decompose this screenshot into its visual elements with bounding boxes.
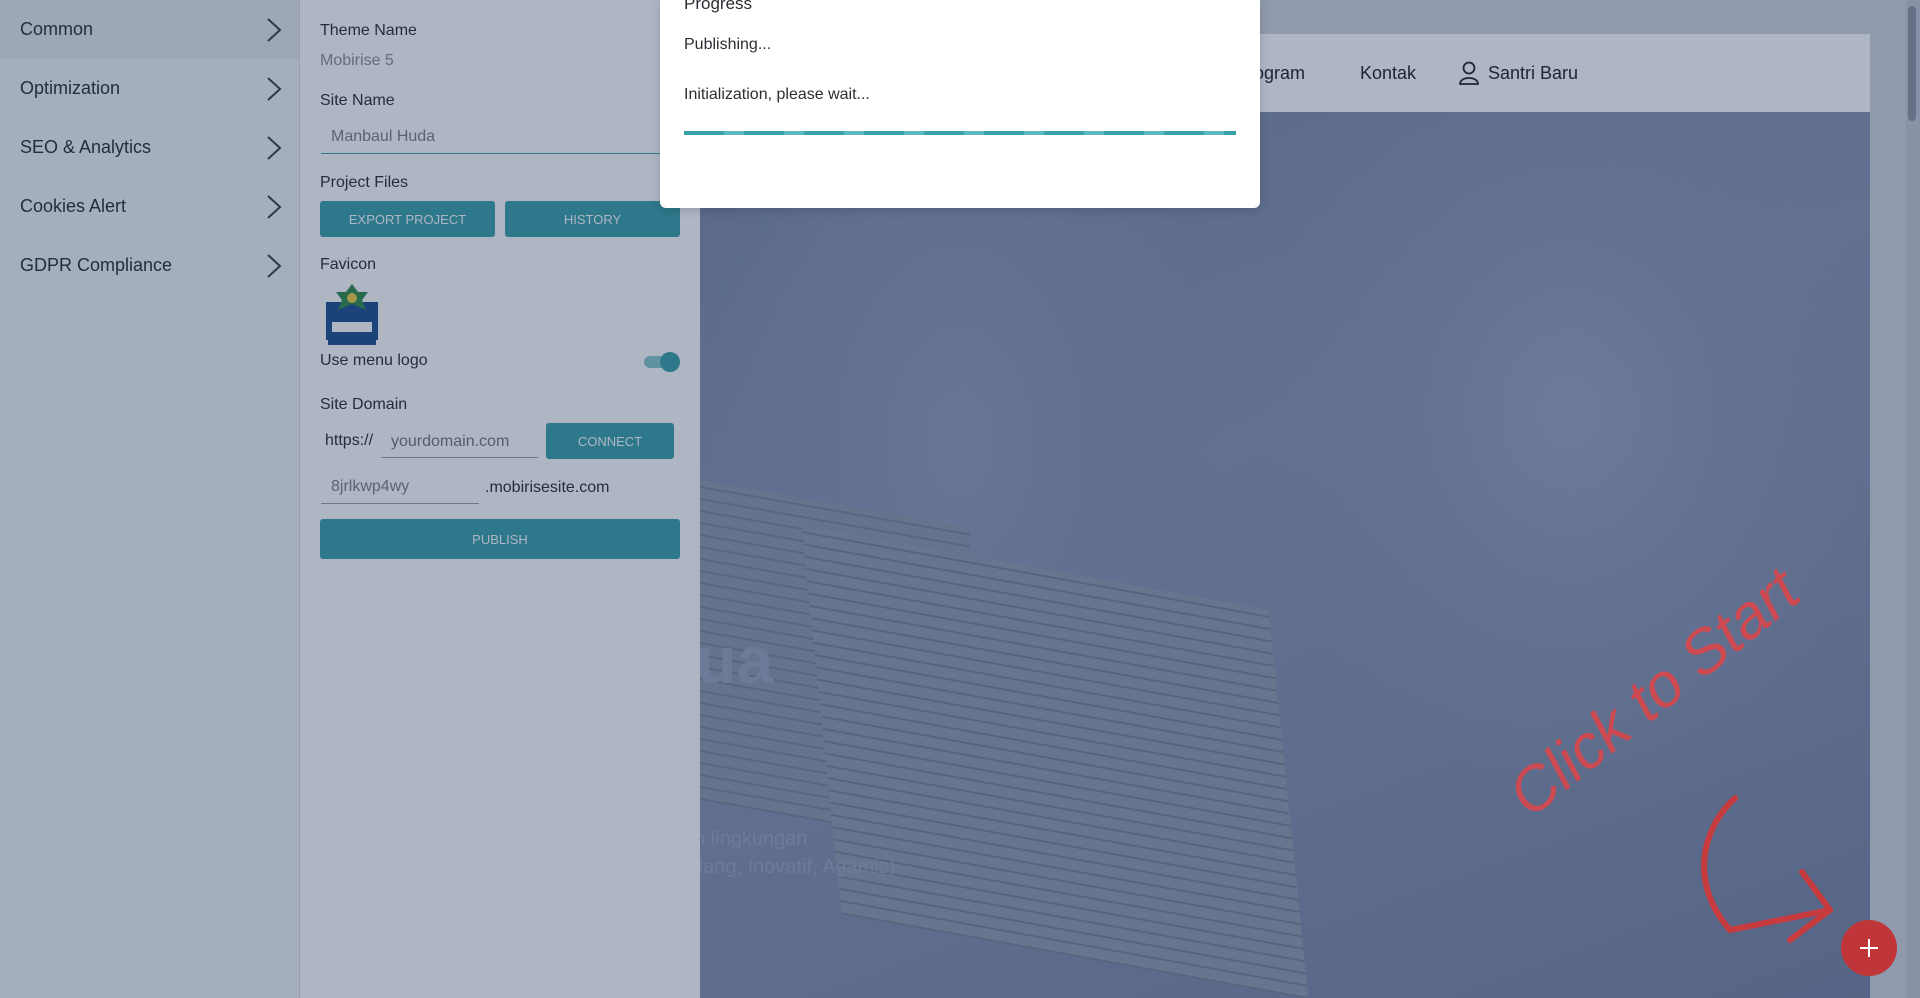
connect-button[interactable]: CONNECT xyxy=(546,423,674,459)
add-block-button[interactable] xyxy=(1841,920,1897,976)
menu-item-optimization[interactable]: Optimization xyxy=(0,59,299,118)
settings-menu: Common Optimization SEO & Analytics Cook… xyxy=(0,0,300,998)
favicon-logo-icon[interactable] xyxy=(324,282,380,346)
dialog-title: Progress xyxy=(684,0,753,13)
menu-item-label: Common xyxy=(20,19,94,39)
menu-item-label: GDPR Compliance xyxy=(20,255,173,275)
menu-item-label: Optimization xyxy=(20,78,121,98)
menu-item-common[interactable]: Common xyxy=(0,0,299,59)
chevron-right-icon xyxy=(267,17,282,42)
history-button[interactable]: HISTORY xyxy=(505,201,680,237)
hero-title: ua xyxy=(700,623,774,697)
user-icon xyxy=(1459,61,1479,85)
site-name-label: Site Name xyxy=(320,92,395,109)
chevron-right-icon xyxy=(267,76,282,101)
export-project-button[interactable]: EXPORT PROJECT xyxy=(320,201,495,237)
nav-link-kontak[interactable]: Kontak xyxy=(1360,34,1416,112)
progress-dialog: Progress Publishing... Initialization, p… xyxy=(660,0,1260,208)
progress-bar xyxy=(684,131,1236,135)
hint-arrow-icon xyxy=(1701,795,1833,943)
plus-icon xyxy=(1860,939,1878,957)
subdomain-input[interactable]: 8jrlkwp4wy xyxy=(321,474,479,504)
theme-name-value: Mobirise 5 xyxy=(320,52,394,69)
site-name-input[interactable]: Manbaul Huda xyxy=(321,124,700,154)
page-scrollbar[interactable] xyxy=(1906,0,1920,998)
site-domain-label: Site Domain xyxy=(320,396,408,413)
progress-message: Initialization, please wait... xyxy=(684,86,870,103)
nav-link-label: Santri Baru xyxy=(1488,62,1579,83)
publish-button[interactable]: PUBLISH xyxy=(320,519,680,559)
publish-status: Publishing... xyxy=(684,36,772,53)
favicon-label: Favicon xyxy=(320,256,377,273)
hero-image-book xyxy=(801,524,1309,998)
theme-name-label: Theme Name xyxy=(320,22,417,39)
chevron-right-icon xyxy=(267,194,282,219)
settings-panel: Theme Name Mobirise 5 Site Name Manbaul … xyxy=(300,0,700,998)
chevron-right-icon xyxy=(267,253,282,278)
scrollbar-thumb[interactable] xyxy=(1908,6,1916,121)
use-menu-logo-label: Use menu logo xyxy=(320,352,428,369)
domain-input[interactable] xyxy=(381,426,538,458)
nav-link-santri-baru[interactable]: Santri Baru xyxy=(1458,34,1578,112)
menu-item-gdpr-compliance[interactable]: GDPR Compliance xyxy=(0,236,299,295)
domain-prefix: https:// xyxy=(325,432,374,449)
hero-subtitle-line-1: n lingkungan xyxy=(700,828,808,850)
hero-subtitle-line-2: dang, Inovatif, Agamis) xyxy=(700,856,896,878)
toggle-knob xyxy=(660,352,680,372)
use-menu-logo-toggle[interactable] xyxy=(644,352,680,372)
subdomain-suffix: .mobirisesite.com xyxy=(485,479,610,496)
chevron-right-icon xyxy=(267,135,282,160)
menu-item-seo-analytics[interactable]: SEO & Analytics xyxy=(0,118,299,177)
menu-item-cookies-alert[interactable]: Cookies Alert xyxy=(0,177,299,236)
project-files-label: Project Files xyxy=(320,174,409,191)
menu-item-label: Cookies Alert xyxy=(20,196,127,216)
menu-item-label: SEO & Analytics xyxy=(20,137,152,157)
